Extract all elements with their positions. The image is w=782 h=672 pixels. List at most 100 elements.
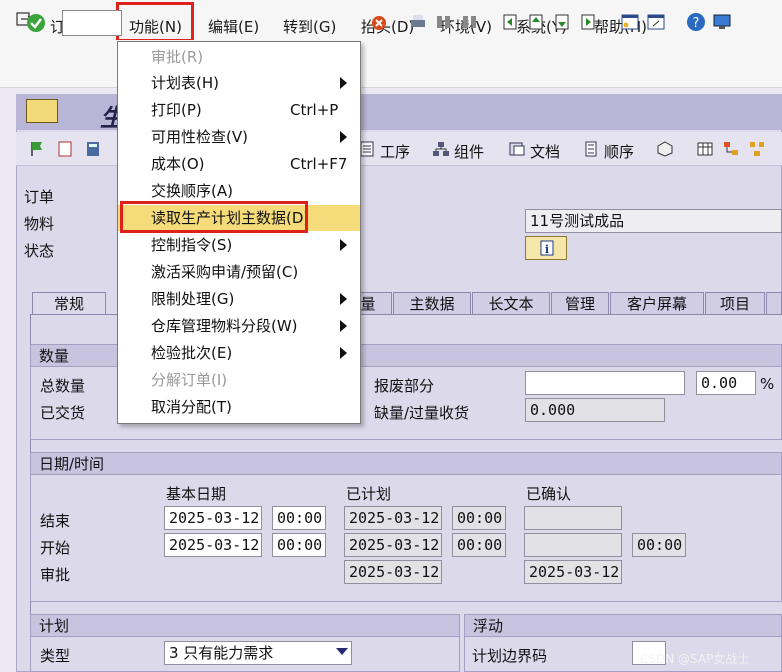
start-confirmed-date-field: [524, 533, 622, 557]
dates-group-header: 日期/时间: [31, 453, 781, 475]
hierarchy-icon[interactable]: [722, 140, 740, 158]
layout-icon[interactable]: [712, 12, 732, 32]
dd-item-restrict-processing[interactable]: 限制处理(G): [118, 286, 360, 312]
scrap-label: 报废部分: [374, 377, 435, 395]
calculator-icon[interactable]: [84, 140, 102, 158]
enter-check-icon[interactable]: [26, 13, 46, 33]
end-basic-date-field[interactable]: 2025-03-12: [164, 506, 262, 530]
end-basic-time-field[interactable]: 00:00: [272, 506, 326, 530]
submenu-arrow-icon: [340, 320, 347, 332]
last-page-icon[interactable]: [578, 12, 598, 32]
svg-text:i: i: [545, 243, 549, 256]
watermark-text: CSDN @SAP女战士: [640, 652, 750, 666]
read-master-data-highlight-box: [120, 201, 308, 233]
planning-type-select[interactable]: 3 只有能力需求: [164, 641, 352, 665]
menu-function-highlight-box: [116, 2, 194, 42]
start-planned-date-field: 2025-03-12: [344, 533, 442, 557]
menu-goto[interactable]: 转到(G): [283, 16, 336, 37]
tab-administration[interactable]: 管理: [551, 292, 609, 316]
planned-col-label: 已计划: [346, 485, 392, 503]
basic-date-col-label: 基本日期: [166, 485, 227, 503]
shortcut-icon[interactable]: [646, 12, 666, 32]
first-page-icon[interactable]: [500, 12, 520, 32]
sequences-icon[interactable]: [582, 140, 600, 158]
planning-type-label: 类型: [40, 647, 71, 665]
release-confirmed-date-field: 2025-03-12: [524, 560, 622, 584]
float-group-header: 浮动: [465, 615, 781, 637]
find-icon[interactable]: [434, 12, 454, 32]
sequences-button[interactable]: 顺序: [604, 141, 634, 162]
next-page-icon[interactable]: [552, 12, 572, 32]
end-planned-time-field: 00:00: [452, 506, 506, 530]
tab-customer-screen[interactable]: 客户屏幕: [610, 292, 704, 316]
menu-edit[interactable]: 编辑(E): [208, 16, 259, 37]
document-icon[interactable]: [56, 140, 74, 158]
info-icon: i: [540, 240, 554, 256]
scrap-pct-field[interactable]: 0.00: [696, 371, 756, 395]
submenu-arrow-icon: [340, 77, 347, 89]
command-field[interactable]: [62, 10, 122, 36]
tab-master-data[interactable]: 主数据: [393, 292, 471, 316]
dd-item-wm-staging[interactable]: 仓库管理物料分段(W): [118, 313, 360, 339]
dd-item-activate-purchase-req[interactable]: 激活采购申请/预留(C): [118, 259, 360, 285]
short-over-label: 缺量/过量收货: [374, 404, 470, 422]
tab-project[interactable]: 项目: [705, 292, 765, 316]
select-dropdown-icon[interactable]: [336, 648, 348, 655]
dd-item-cancel-assignment[interactable]: 取消分配(T): [118, 394, 360, 420]
documents-button[interactable]: 文档: [530, 141, 560, 162]
find-next-icon[interactable]: [460, 12, 480, 32]
flag-icon[interactable]: [28, 140, 46, 158]
new-session-icon[interactable]: [620, 12, 640, 32]
dd-item-split-order: 分解订单(I): [151, 371, 228, 389]
components-icon[interactable]: [432, 140, 450, 158]
confirmed-col-label: 已确认: [526, 485, 572, 503]
table-icon[interactable]: [696, 140, 714, 158]
cancel-icon[interactable]: [368, 12, 388, 32]
transaction-icon: [26, 99, 58, 123]
pct-sign: %: [760, 375, 775, 393]
status-info-button[interactable]: i: [525, 236, 567, 260]
release-planned-date-field: 2025-03-12: [344, 560, 442, 584]
end-planned-date-field: 2025-03-12: [344, 506, 442, 530]
tab-more[interactable]: [766, 292, 782, 316]
dd-item-costs[interactable]: 成本(O) Ctrl+F7: [118, 151, 360, 177]
tab-general[interactable]: 常规: [32, 292, 106, 316]
dd-item-control-instructions[interactable]: 控制指令(S): [118, 232, 360, 258]
documents-icon[interactable]: [508, 140, 526, 158]
submenu-arrow-icon: [340, 239, 347, 251]
material-label: 物料: [24, 215, 55, 233]
total-qty-label: 总数量: [40, 377, 86, 395]
start-confirmed-time-field: 00:00: [632, 533, 686, 557]
submenu-arrow-icon: [340, 347, 347, 359]
cube-icon[interactable]: [656, 140, 674, 158]
network-icon[interactable]: [748, 140, 766, 158]
previous-page-icon[interactable]: [526, 12, 546, 32]
end-confirmed-date-field: [524, 506, 622, 530]
print-icon[interactable]: [408, 12, 428, 32]
start-label: 开始: [40, 539, 71, 557]
start-basic-time-field[interactable]: 00:00: [272, 533, 326, 557]
release-label: 审批: [40, 566, 71, 584]
dd-item-inspection-lot[interactable]: 检验批次(E): [118, 340, 360, 366]
material-description-field: 11号测试成品: [525, 209, 782, 233]
order-label: 订单: [24, 188, 55, 206]
planning-group-header: 计划: [31, 615, 459, 637]
sched-margin-label: 计划边界码: [472, 647, 548, 665]
operations-button[interactable]: 工序: [380, 141, 410, 162]
status-label: 状态: [24, 242, 55, 260]
dd-item-print[interactable]: 打印(P) Ctrl+P: [118, 97, 360, 123]
scrap-qty-field[interactable]: [525, 371, 685, 395]
svg-text:?: ?: [693, 16, 700, 31]
end-label: 结束: [40, 512, 71, 530]
short-over-field: 0.000: [525, 398, 665, 422]
submenu-arrow-icon: [340, 131, 347, 143]
dd-item-release: 审批(R): [151, 48, 204, 66]
dd-item-schedule[interactable]: 计划表(H): [118, 70, 360, 96]
start-planned-time-field: 00:00: [452, 533, 506, 557]
components-button[interactable]: 组件: [454, 141, 484, 162]
start-basic-date-field[interactable]: 2025-03-12: [164, 533, 262, 557]
delivered-label: 已交货: [40, 404, 86, 422]
tab-long-text[interactable]: 长文本: [472, 292, 550, 316]
dd-item-availability-check[interactable]: 可用性检查(V): [118, 124, 360, 150]
help-icon[interactable]: ?: [686, 12, 706, 32]
